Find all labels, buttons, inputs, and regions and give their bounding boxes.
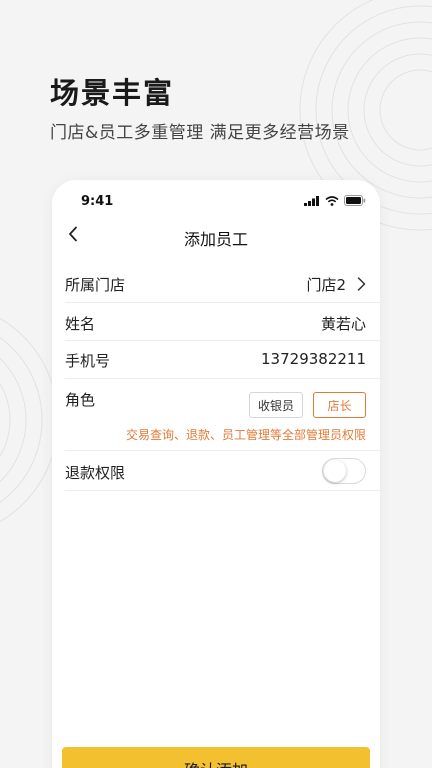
- toggle-knob: [324, 460, 346, 482]
- role-cashier-button[interactable]: 收银员: [249, 392, 303, 418]
- nav-bar: 添加员工: [52, 216, 380, 254]
- name-field[interactable]: 黄若心: [321, 313, 366, 334]
- store-value: 门店2: [306, 276, 346, 294]
- refund-label: 退款权限: [65, 464, 126, 482]
- confirm-add-button[interactable]: 确认添加: [62, 747, 370, 768]
- signal-icon: [304, 195, 319, 206]
- chevron-right-icon: [357, 277, 366, 291]
- role-manager-button[interactable]: 店长: [313, 392, 366, 418]
- store-label: 所属门店: [65, 276, 126, 294]
- name-row: 姓名 黄若心: [65, 303, 380, 341]
- role-row: 角色 收银员 店长 交易查询、退款、员工管理等全部管理员权限: [65, 379, 380, 451]
- role-label: 角色: [65, 391, 96, 409]
- phone-field[interactable]: 13729382211: [261, 350, 366, 368]
- role-permission-note: 交易查询、退款、员工管理等全部管理员权限: [125, 428, 366, 442]
- promo-title: 场景丰富: [50, 76, 175, 110]
- status-time: 9:41: [81, 194, 114, 209]
- page-title: 添加员工: [183, 230, 248, 249]
- battery-icon: [344, 195, 366, 206]
- phone-label: 手机号: [65, 352, 111, 370]
- wifi-icon: [325, 195, 339, 206]
- refund-toggle[interactable]: [322, 458, 366, 484]
- store-row[interactable]: 所属门店 门店2: [65, 264, 380, 303]
- phone-frame: 9:41 添加员工 所属门店 门店2 姓名 黄若心 手机号 1372938221…: [52, 180, 380, 768]
- refund-row: 退款权限: [65, 451, 380, 491]
- phone-row: 手机号 13729382211: [65, 341, 380, 379]
- promo-subtitle: 门店&员工多重管理 满足更多经营场景: [50, 123, 350, 143]
- status-icons: [304, 195, 366, 206]
- name-label: 姓名: [65, 315, 96, 333]
